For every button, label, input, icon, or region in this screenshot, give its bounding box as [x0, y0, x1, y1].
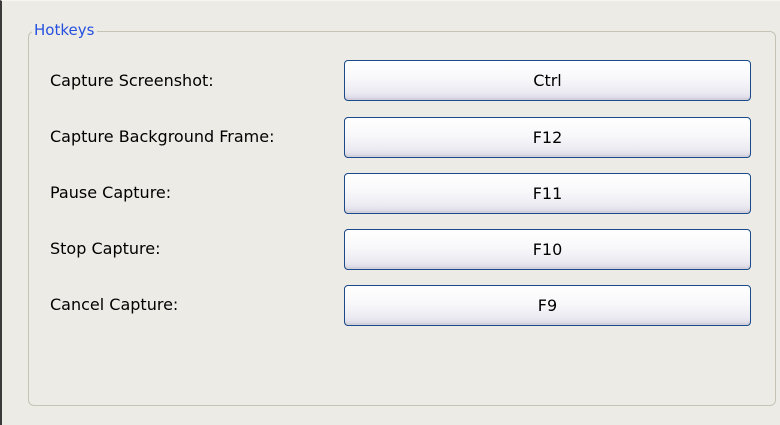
capture-background-frame-hotkey-button[interactable]: F12: [344, 117, 751, 158]
cancel-capture-hotkey-button[interactable]: F9: [344, 285, 751, 326]
capture-background-frame-label: Capture Background Frame:: [50, 127, 275, 146]
pause-capture-hotkey-button[interactable]: F11: [344, 173, 751, 214]
cancel-capture-label: Cancel Capture:: [50, 295, 179, 314]
stop-capture-hotkey-button[interactable]: F10: [344, 229, 751, 270]
capture-screenshot-hotkey-button[interactable]: Ctrl: [344, 60, 751, 101]
pause-capture-label: Pause Capture:: [50, 183, 172, 202]
stop-capture-label: Stop Capture:: [50, 239, 161, 258]
capture-screenshot-label: Capture Screenshot:: [50, 71, 214, 90]
hotkeys-group-title: Hotkeys: [32, 21, 98, 39]
hotkeys-settings-panel: Hotkeys Capture Screenshot: Ctrl Capture…: [0, 0, 780, 425]
